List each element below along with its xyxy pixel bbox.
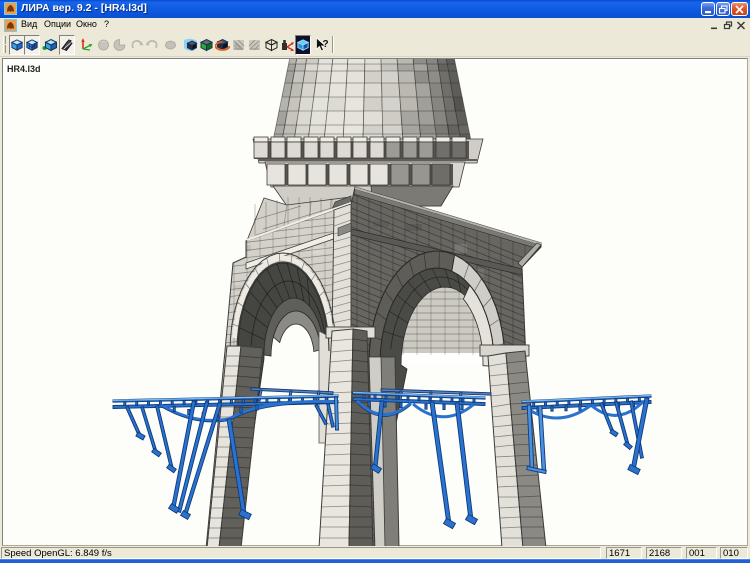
svg-text:?: ? bbox=[323, 39, 329, 50]
